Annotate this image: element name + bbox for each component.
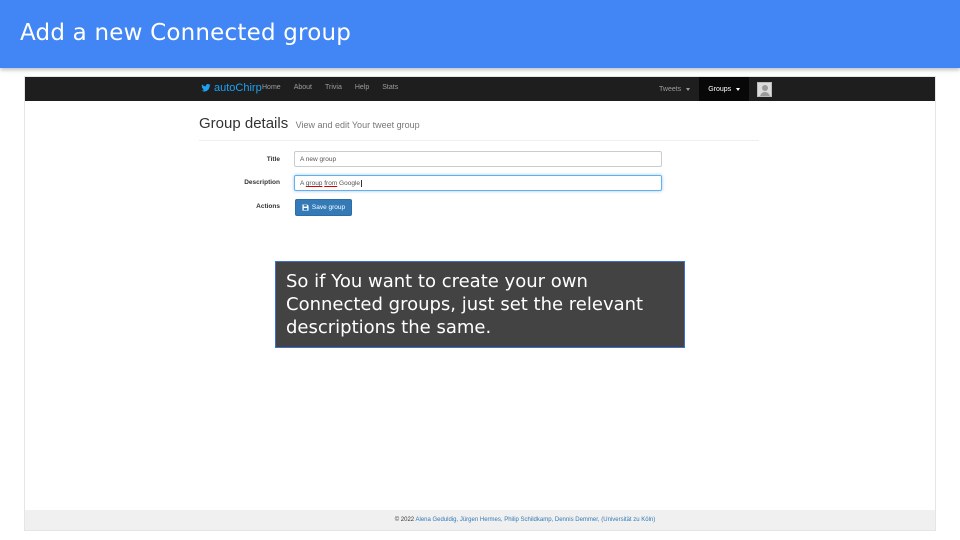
callout-text: So if You want to create your own Connec…: [286, 271, 644, 338]
description-word: A: [300, 180, 304, 187]
slide-header: Add a new Connected group: [0, 0, 960, 68]
nav-links: Home About Trivia Help Stats: [262, 84, 411, 91]
save-group-button[interactable]: Save group: [295, 199, 352, 216]
callout-box: So if You want to create your own Connec…: [275, 261, 685, 348]
text-cursor: [361, 180, 363, 187]
actions-label: Actions: [256, 203, 280, 210]
tweets-dropdown[interactable]: Tweets: [650, 77, 699, 101]
nav-stats[interactable]: Stats: [382, 84, 398, 91]
navbar: autoChirp Home About Trivia Help Stats T…: [25, 77, 935, 101]
twitter-bird-icon: [201, 84, 211, 92]
page-title: Group details: [199, 115, 289, 132]
nav-right: Tweets Groups: [650, 77, 773, 101]
chevron-down-icon: [686, 87, 691, 91]
footer: © 2022 Alena Geduldig, Jürgen Hermes, Ph…: [25, 510, 935, 530]
nav-help[interactable]: Help: [355, 84, 369, 91]
nav-trivia[interactable]: Trivia: [325, 84, 342, 91]
description-word: Google: [339, 180, 361, 187]
title-field[interactable]: [294, 151, 662, 167]
user-avatar-icon[interactable]: [757, 81, 773, 97]
brand-name: autoChirp: [214, 82, 262, 94]
tweets-dropdown-label: Tweets: [659, 85, 682, 93]
description-field[interactable]: A group from Google: [294, 175, 662, 191]
nav-about[interactable]: About: [294, 84, 312, 91]
nav-home[interactable]: Home: [262, 84, 281, 91]
chevron-down-icon: [736, 87, 741, 91]
groups-dropdown-label: Groups: [708, 85, 732, 93]
floppy-disk-icon: [302, 204, 309, 211]
page-header: Group details View and edit Your tweet g…: [199, 115, 759, 141]
page-subtitle: View and edit Your tweet group: [295, 120, 420, 130]
groups-dropdown[interactable]: Groups: [699, 77, 750, 101]
brand-link[interactable]: autoChirp: [201, 82, 262, 94]
save-button-label: Save group: [311, 204, 346, 211]
title-label: Title: [266, 156, 280, 163]
footer-copyright: © 2022: [394, 517, 415, 523]
slide-title: Add a new Connected group: [20, 20, 352, 46]
description-word: from: [324, 180, 338, 187]
description-label: Description: [244, 179, 280, 186]
footer-institution-link[interactable]: (Universität zu Köln): [601, 517, 655, 523]
footer-authors-link[interactable]: Alena Geduldig, Jürgen Hermes, Philip Sc…: [415, 517, 599, 523]
description-word: group: [305, 180, 323, 187]
